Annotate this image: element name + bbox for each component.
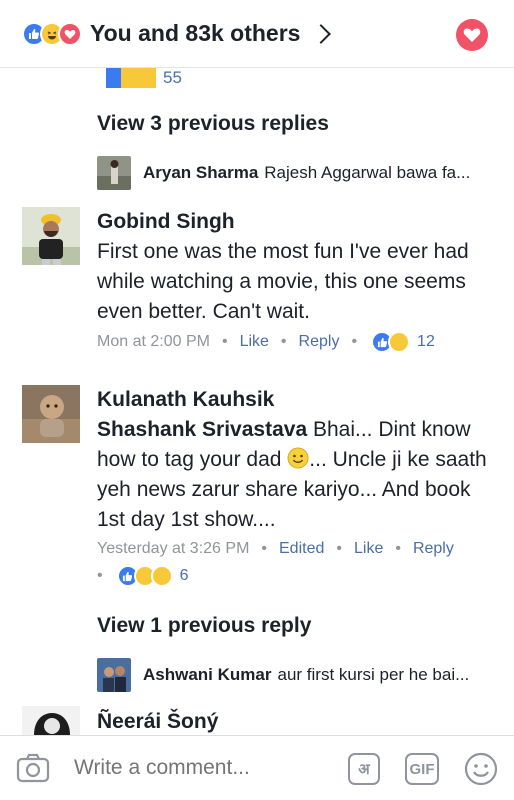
separator-dot: •: [261, 540, 267, 557]
hindi-keyboard-button[interactable]: अ: [348, 753, 380, 785]
camera-icon[interactable]: [16, 753, 50, 788]
view-previous-replies-link[interactable]: View 3 previous replies: [97, 112, 329, 136]
reply-preview[interactable]: Ashwani Kumar aur first kursi per he bai…: [97, 658, 469, 692]
love-button[interactable]: [456, 19, 488, 51]
reply-text: aur first kursi per he bai...: [277, 665, 470, 684]
haha-reaction-icon: [388, 331, 411, 353]
avatar[interactable]: [97, 156, 131, 190]
comment-text: First one was the most fun I've ever had…: [97, 240, 469, 323]
reply-link[interactable]: Reply: [413, 540, 454, 558]
comment-author-name[interactable]: Kulanath Kauhsik: [97, 388, 274, 412]
previous-comment-reactions[interactable]: 55: [106, 68, 182, 88]
reply-preview[interactable]: Aryan Sharma Rajesh Aggarwal bawa fa...: [97, 156, 470, 190]
comment-timestamp[interactable]: Mon at 2:00 PM: [97, 333, 210, 351]
smile-emoji-icon: [287, 447, 309, 469]
view-previous-replies-link[interactable]: View 1 previous reply: [97, 614, 311, 638]
edited-label[interactable]: Edited: [279, 540, 324, 558]
emoji-icon[interactable]: [464, 752, 498, 791]
reaction-summary: [22, 21, 82, 46]
wow-reaction-icon: [136, 68, 156, 88]
chevron-right-icon[interactable]: [311, 23, 332, 44]
reactions-header[interactable]: You and 83k others: [0, 0, 514, 68]
reply-text: Rajesh Aggarwal bawa fa...: [264, 163, 471, 182]
separator-dot: •: [280, 333, 287, 350]
comment-meta: Yesterday at 3:26 PM • Edited • Like • R…: [97, 540, 454, 558]
avatar[interactable]: [22, 706, 80, 735]
reaction-count: 55: [163, 68, 182, 87]
gif-button[interactable]: GIF: [405, 753, 439, 785]
separator-dot: •: [395, 540, 401, 557]
comment-reactions-row: • 6: [97, 565, 189, 587]
comment-reactions[interactable]: [116, 565, 173, 587]
comment-text: Shashank Srivastava Bhai... Dint know ho…: [97, 415, 497, 535]
reaction-count: 6: [179, 567, 189, 584]
comment-meta: Mon at 2:00 PM • Like • Reply • 12: [97, 331, 435, 353]
avatar[interactable]: [22, 385, 80, 443]
comment-composer: अ GIF: [0, 735, 514, 800]
comment-reactions[interactable]: [371, 331, 411, 353]
comment-input[interactable]: [74, 756, 324, 780]
like-link[interactable]: Like: [354, 540, 383, 558]
header-title[interactable]: You and 83k others: [90, 20, 300, 47]
reply-author-name[interactable]: Ashwani Kumar: [143, 665, 271, 685]
separator-dot: •: [336, 540, 342, 557]
comment-timestamp[interactable]: Yesterday at 3:26 PM: [97, 540, 249, 558]
reply-author-name[interactable]: Aryan Sharma: [143, 163, 258, 183]
separator-dot: •: [351, 333, 358, 350]
avatar[interactable]: [97, 658, 131, 692]
reply-link[interactable]: Reply: [299, 333, 340, 351]
like-link[interactable]: Like: [240, 333, 269, 351]
comment-author-name[interactable]: Gobind Singh: [97, 210, 235, 234]
tagged-user-link[interactable]: Shashank Srivastava: [97, 418, 307, 441]
separator-dot: •: [97, 567, 103, 584]
comment-author-name[interactable]: Ñeerái Šoný: [97, 710, 218, 734]
avatar[interactable]: [22, 207, 80, 265]
separator-dot: •: [221, 333, 228, 350]
reaction-count: 12: [417, 333, 435, 350]
sad-reaction-icon: [150, 565, 173, 587]
love-reaction-icon: [58, 21, 82, 46]
